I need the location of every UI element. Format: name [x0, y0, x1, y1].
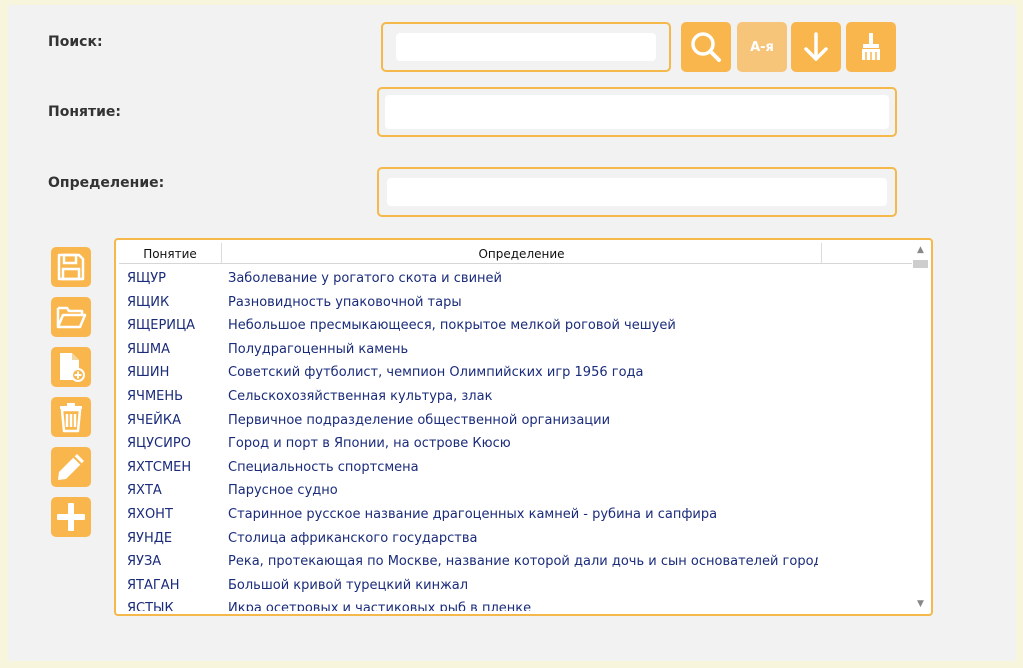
sort-button[interactable]: А-я: [737, 22, 787, 72]
cell-definition: Город и порт в Японии, на острове Кюсю: [228, 436, 511, 452]
cell-concept: ЯХТА: [127, 483, 162, 499]
table-row[interactable]: ЯХТСМЕН Специальность спортсмена: [119, 456, 912, 479]
cell-concept: ЯЩИК: [127, 294, 170, 310]
table-row[interactable]: ЯЧЕЙКА Первичное подразделение общественн…: [119, 409, 912, 432]
concept-label: Понятие:: [48, 104, 122, 120]
plus-icon: [57, 503, 85, 531]
cell-concept: ЯСТЫК: [127, 601, 174, 611]
open-button[interactable]: [51, 297, 91, 337]
new-file-icon: [60, 353, 85, 382]
column-header-definition[interactable]: Определение: [222, 243, 822, 263]
cell-concept: ЯУЗА: [127, 554, 162, 570]
save-button[interactable]: [51, 247, 91, 287]
pencil-icon: [58, 454, 84, 480]
cell-definition: Первичное подразделение общественной орг…: [228, 412, 611, 428]
search-label: Поиск:: [48, 34, 103, 50]
download-button[interactable]: [791, 22, 841, 72]
clear-button[interactable]: [846, 22, 896, 72]
table-row[interactable]: ЯШИН Советский футболист, чемпион Олимпий…: [119, 361, 912, 384]
table-row[interactable]: ЯЦУСИРО Город и порт в Японии, на острове…: [119, 432, 912, 455]
cell-definition: Река, протекающая по Москве, название ко…: [228, 554, 818, 570]
scroll-up-icon[interactable]: ▲: [912, 243, 929, 257]
definition-input[interactable]: [387, 178, 887, 206]
vertical-scrollbar[interactable]: ▲ ▼: [912, 243, 929, 611]
search-button[interactable]: [681, 22, 731, 72]
cell-definition: Небольшое пресмыкающееся, покрытое мелко…: [228, 318, 676, 334]
scrollbar-thumb[interactable]: [913, 260, 928, 268]
scroll-down-icon[interactable]: ▼: [912, 597, 929, 611]
table-row[interactable]: ЯХТА Парусное судно: [119, 479, 912, 502]
table-row[interactable]: ЯУЗА Река, протекающая по Москве, названи…: [119, 550, 912, 573]
cell-definition: Парусное судно: [228, 483, 338, 499]
table-row[interactable]: ЯЩИК Разновидность упаковочной тары: [119, 291, 912, 314]
cell-concept: ЯХОНТ: [127, 507, 173, 522]
table-grid: Понятие Определение ЯЩУР Заболевание у ро…: [119, 243, 912, 611]
cell-definition: Советский футболист, чемпион Олимпийских…: [228, 365, 644, 381]
open-folder-icon: [56, 306, 87, 329]
cell-definition: Полудрагоценный камень: [228, 341, 409, 357]
definition-field-frame: [377, 167, 897, 217]
cell-concept: ЯЩУР: [127, 271, 167, 286]
sort-button-label: А-я: [750, 39, 774, 55]
table-row[interactable]: ЯЩЕРИЦА Небольшое пресмыкающееся, покрыто…: [119, 314, 912, 337]
cell-concept: ЯЧМЕНЬ: [127, 389, 184, 404]
cell-definition: Разновидность упаковочной тары: [228, 294, 462, 310]
cell-concept: ЯУНДЕ: [127, 530, 173, 546]
table-row[interactable]: ЯШМА Полудрагоценный камень: [119, 338, 912, 361]
definition-label: Определение:: [48, 175, 165, 191]
cell-definition: Икра осетровых и частиковых рыб в пленке: [228, 601, 532, 611]
cell-concept: ЯЦУСИРО: [127, 436, 191, 452]
table-header: Понятие Определение: [119, 243, 912, 264]
delete-button[interactable]: [51, 397, 91, 437]
magnifier-icon: [691, 32, 721, 62]
search-field-frame: [381, 22, 671, 72]
table-row[interactable]: ЯЧМЕНЬ Сельскохозяйственная культура, зла…: [119, 385, 912, 408]
cell-concept: ЯЩЕРИЦА: [127, 318, 196, 334]
cell-concept: ЯХТСМЕН: [127, 459, 192, 475]
cell-definition: Старинное русское название драгоценных к…: [228, 507, 718, 522]
table-row[interactable]: ЯХОНТ Старинное русское название драгоцен…: [119, 503, 912, 526]
search-input[interactable]: [396, 33, 656, 61]
definitions-table: Понятие Определение ЯЩУР Заболевание у ро…: [114, 238, 933, 616]
cell-definition: Заболевание у рогатого скота и свиней: [228, 271, 502, 286]
concept-field-frame: [377, 87, 897, 137]
cell-definition: Сельскохозяйственная культура, злак: [228, 389, 493, 404]
edit-button[interactable]: [51, 447, 91, 487]
table-row[interactable]: ЯУНДЕ Столица африканского государства: [119, 527, 912, 550]
broom-icon: [862, 33, 880, 60]
add-button[interactable]: [51, 497, 91, 537]
table-row[interactable]: ЯСТЫК Икра осетровых и частиковых рыб в п…: [119, 597, 912, 611]
cell-concept: ЯЧЕЙКА: [127, 412, 182, 428]
new-file-button[interactable]: [51, 347, 91, 387]
save-icon: [57, 253, 85, 281]
arrow-down-icon: [804, 32, 828, 61]
cell-concept: ЯТАГАН: [127, 577, 180, 593]
cell-definition: Столица африканского государства: [228, 530, 478, 546]
column-header-concept[interactable]: Понятие: [119, 243, 222, 263]
cell-definition: Большой кривой турецкий кинжал: [228, 577, 469, 593]
trash-icon: [60, 403, 82, 433]
table-row[interactable]: ЯЩУР Заболевание у рогатого скота и свине…: [119, 267, 912, 290]
cell-concept: ЯШМА: [127, 341, 171, 357]
cell-definition: Специальность спортсмена: [228, 459, 419, 475]
cell-concept: ЯШИН: [127, 365, 170, 381]
table-row[interactable]: ЯТАГАН Большой кривой турецкий кинжал: [119, 574, 912, 597]
concept-input[interactable]: [385, 95, 889, 129]
